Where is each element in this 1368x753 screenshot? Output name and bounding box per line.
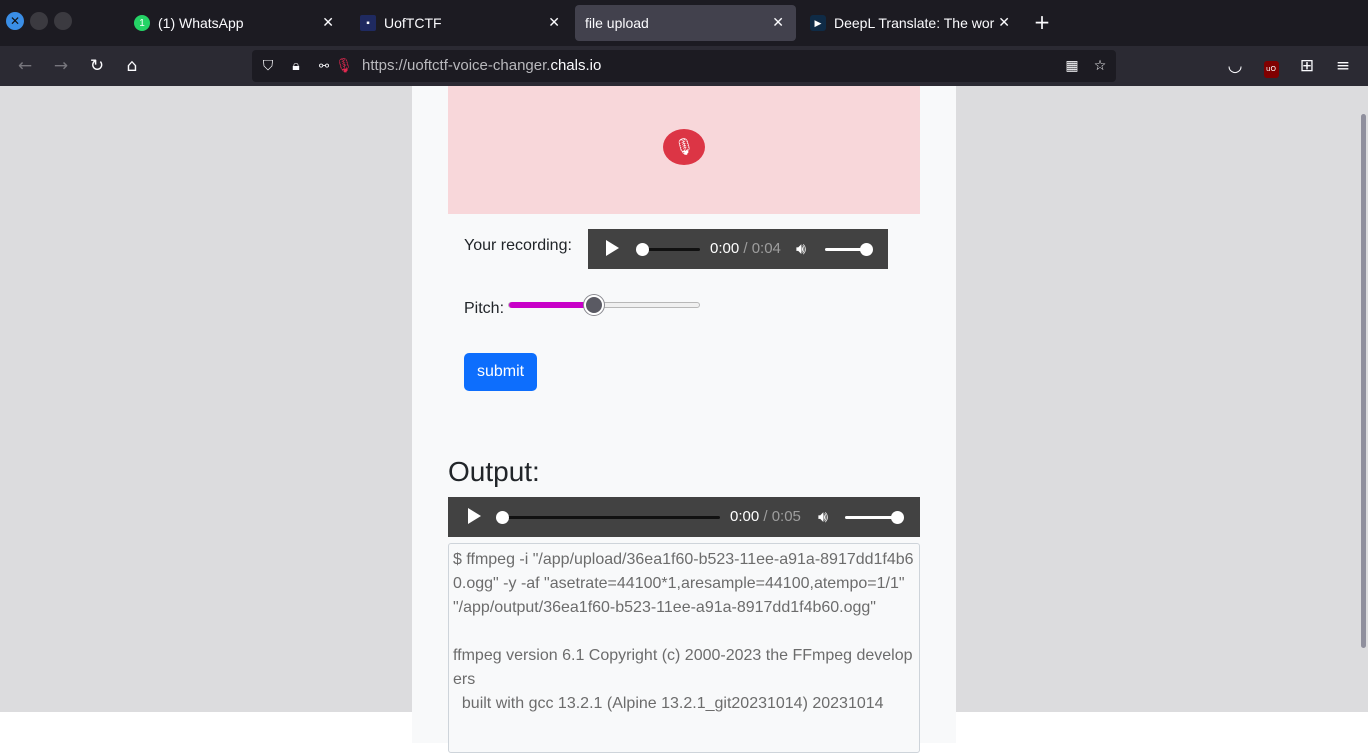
recording-audio-player[interactable]: 0:00 / 0:04 🔊︎ [588,229,888,269]
volume-thumb[interactable] [860,243,873,256]
seek-thumb[interactable] [636,243,649,256]
volume-slider[interactable] [845,516,895,519]
play-icon[interactable] [606,240,619,256]
bookmark-star-icon[interactable]: ☆ [1090,56,1110,76]
uoftctf-icon: ▪ [360,15,376,31]
forward-icon[interactable]: → [49,54,73,78]
url-domain: chals.io [550,57,602,74]
microphone-record-button[interactable]: 🎙︎ [663,129,705,165]
tab-file-upload[interactable]: file upload ✕ [575,5,796,41]
shield-icon[interactable]: ⛉ [258,56,278,76]
tab-bar: ✕ 1 (1) WhatsApp ✕ ▪ UofTCTF ✕ file uplo… [0,0,1368,46]
close-tab-icon[interactable]: ✕ [548,14,560,31]
deepl-icon: ▶ [810,15,826,31]
tab-uoftctf[interactable]: ▪ UofTCTF ✕ [350,5,572,41]
url-prefix: https://uoftctf-voice-changer. [362,57,551,74]
back-icon[interactable]: ← [13,54,37,78]
new-tab-icon[interactable]: + [1030,10,1054,34]
qr-code-icon[interactable]: ▦ [1062,56,1082,76]
home-icon[interactable]: ⌂ [120,54,144,78]
pitch-label: Pitch: [464,300,505,317]
window-close-icon[interactable]: ✕ [6,12,24,30]
duration: / 0:04 [743,240,781,257]
volume-icon[interactable]: 🔊︎ [818,507,828,527]
tab-label: UofTCTF [384,15,442,31]
extensions-icon[interactable]: ⊞ [1295,54,1319,78]
current-time: 0:00 [730,508,760,525]
pitch-slider[interactable] [508,302,700,308]
volume-thumb[interactable] [891,511,904,524]
navigation-bar: ← → ↻ ⌂ ⛉ 🔒︎ ⚯ 🎙︎ https://uoftctf-voice-… [0,46,1368,86]
volume-slider[interactable] [825,248,865,251]
window-minimize-icon[interactable] [30,12,48,30]
time-display: 0:00 / 0:05 [730,508,801,525]
recording-label: Your recording: [464,237,572,254]
close-tab-icon[interactable]: ✕ [772,14,784,31]
tab-label: file upload [585,15,649,31]
url-text[interactable]: https://uoftctf-voice-changer.chals.io [362,57,601,74]
volume-icon[interactable]: 🔊︎ [796,239,806,259]
reload-icon[interactable]: ↻ [85,54,109,78]
record-area: 🎙︎ [448,86,920,214]
submit-button[interactable]: submit [464,353,537,391]
lock-icon[interactable]: 🔒︎ [286,56,306,76]
tab-deepl[interactable]: ▶ DeepL Translate: The wor ✕ [800,5,1022,41]
tab-label: DeepL Translate: The wor [834,15,995,31]
window-controls: ✕ [6,12,72,30]
main-container: 🎙︎ Your recording: 0:00 / 0:04 🔊︎ Pitch:… [412,86,956,753]
close-tab-icon[interactable]: ✕ [998,14,1010,31]
window-maximize-icon[interactable] [54,12,72,30]
menu-icon[interactable]: ≡ [1331,54,1355,78]
permissions-icon[interactable]: ⚯ [314,56,334,76]
seek-bar[interactable] [500,516,720,519]
url-bar[interactable]: ⛉ 🔒︎ ⚯ 🎙︎ https://uoftctf-voice-changer.… [252,50,1116,82]
seek-thumb[interactable] [496,511,509,524]
duration: / 0:05 [763,508,801,525]
whatsapp-icon: 1 [134,15,150,31]
play-icon[interactable] [468,508,481,524]
pitch-thumb[interactable] [584,295,604,315]
microphone-permission-icon[interactable]: 🎙︎ [334,56,354,76]
output-console[interactable]: $ ffmpeg -i "/app/upload/36ea1f60-b523-1… [448,543,920,753]
current-time: 0:00 [710,240,740,257]
output-audio-player[interactable]: 0:00 / 0:05 🔊︎ [448,497,920,537]
ublock-icon[interactable]: uO [1259,54,1283,78]
tab-whatsapp[interactable]: 1 (1) WhatsApp ✕ [124,5,346,41]
tab-label: (1) WhatsApp [158,15,244,31]
pocket-icon[interactable]: ◡ [1223,54,1247,78]
close-tab-icon[interactable]: ✕ [322,14,334,31]
pitch-fill [509,302,595,308]
output-title: Output: [448,456,540,487]
time-display: 0:00 / 0:04 [710,240,781,257]
page-scrollbar[interactable] [1361,114,1366,648]
